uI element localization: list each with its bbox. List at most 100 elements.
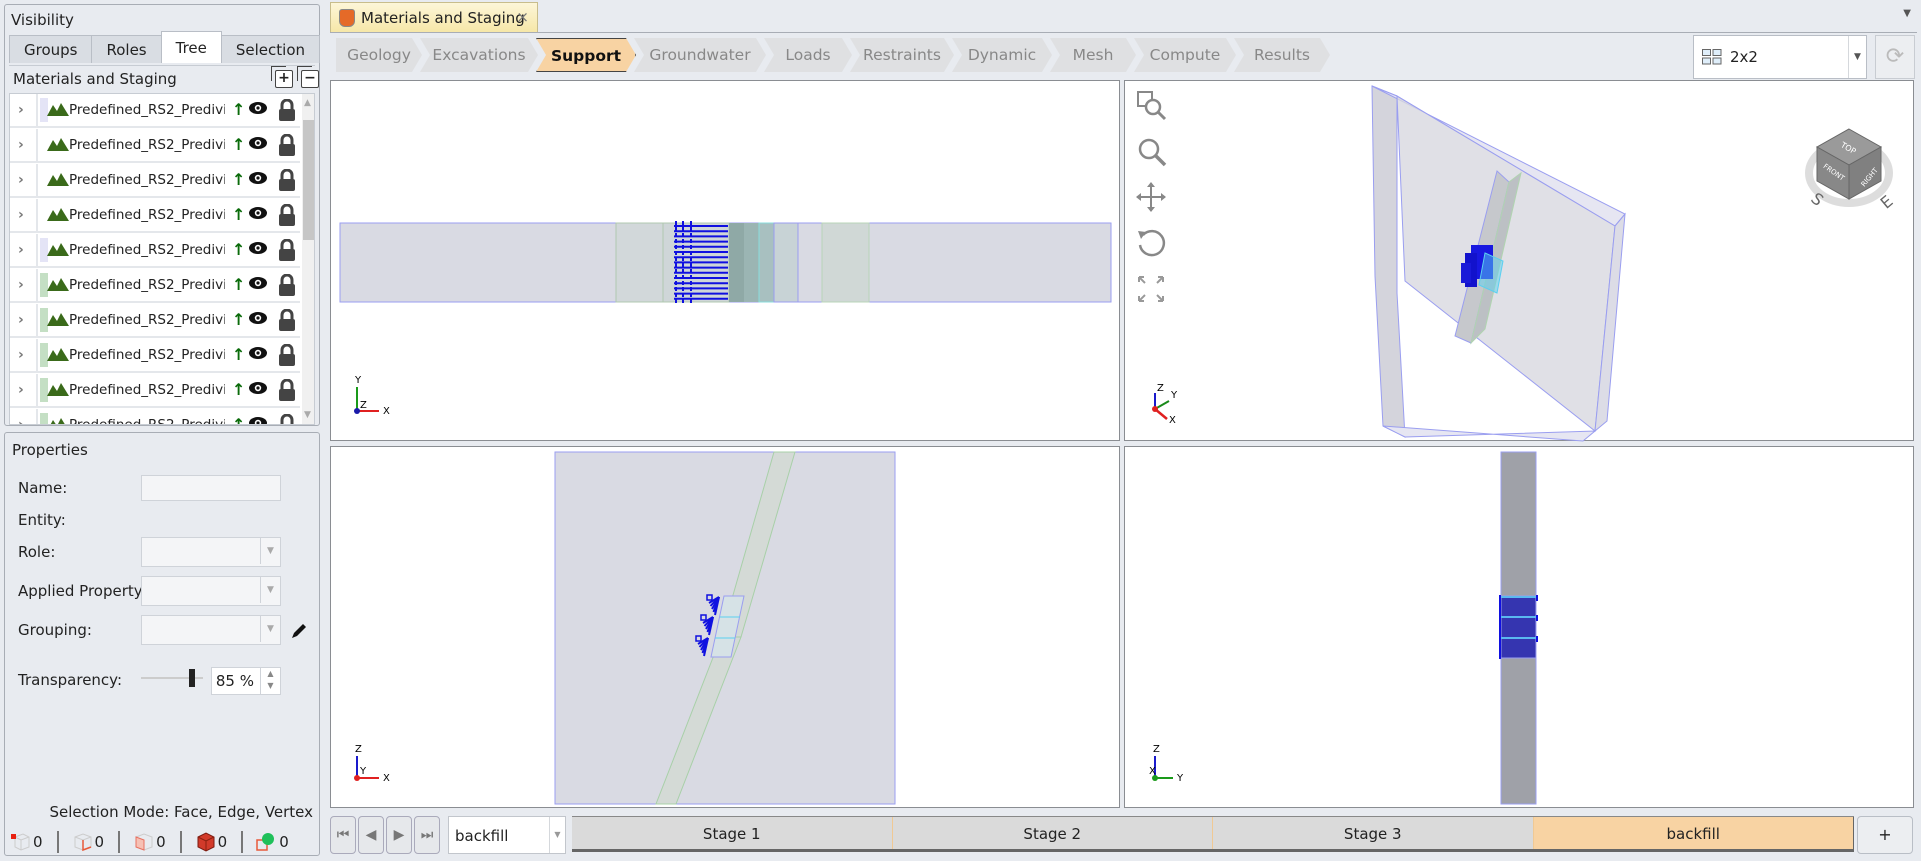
- point-select-icon[interactable]: [255, 832, 277, 852]
- volume-select-icon[interactable]: [194, 832, 216, 852]
- expand-chevron-icon[interactable]: ›: [18, 277, 24, 293]
- eye-icon[interactable]: [248, 136, 268, 150]
- arrow-up-icon[interactable]: ↑: [232, 205, 245, 224]
- arrow-up-icon[interactable]: ↑: [232, 240, 245, 259]
- tab-tree[interactable]: Tree: [160, 31, 222, 63]
- layout-select[interactable]: 2x2 ▼: [1693, 35, 1867, 79]
- expand-chevron-icon[interactable]: ›: [18, 137, 24, 153]
- face-select-icon[interactable]: [132, 832, 154, 852]
- viewport-perspective[interactable]: TOP FRONT RIGHT S E Z Y X: [1124, 80, 1914, 442]
- expand-chevron-icon[interactable]: ›: [18, 207, 24, 223]
- workflow-step-support[interactable]: Support: [536, 38, 636, 72]
- transparency-spinbox[interactable]: 85 % ▲ ▼: [211, 667, 281, 695]
- viewport-side[interactable]: Z X Y: [1124, 446, 1914, 808]
- collapse-all-button[interactable]: −: [297, 66, 319, 88]
- add-stage-button[interactable]: +: [1857, 816, 1913, 854]
- tab-selection[interactable]: Selection: [220, 35, 321, 63]
- vertex-select-icon[interactable]: [9, 832, 31, 852]
- tree-item[interactable]: › Predefined_RS2_Predivic ↑: [10, 304, 300, 338]
- expand-chevron-icon[interactable]: ›: [18, 382, 24, 398]
- first-stage-button[interactable]: ⏮: [330, 816, 356, 854]
- workflow-step-dynamic[interactable]: Dynamic: [952, 38, 1052, 72]
- tree-item[interactable]: › Predefined_RS2_Predivic ↑: [10, 164, 300, 198]
- eye-icon[interactable]: [248, 241, 268, 255]
- close-tab-icon[interactable]: ×: [516, 8, 529, 26]
- arrow-up-icon[interactable]: ↑: [232, 170, 245, 189]
- lock-icon[interactable]: [278, 344, 296, 366]
- arrow-up-icon[interactable]: ↑: [232, 135, 245, 154]
- stage-tab[interactable]: Stage 3: [1213, 817, 1534, 849]
- expand-chevron-icon[interactable]: ›: [18, 102, 24, 118]
- tree-item[interactable]: › Predefined_RS2_Predivic ↑: [10, 269, 300, 303]
- eye-icon[interactable]: [248, 276, 268, 290]
- lock-icon[interactable]: [278, 239, 296, 261]
- arrow-up-icon[interactable]: ↑: [232, 275, 245, 294]
- eye-icon[interactable]: [248, 381, 268, 395]
- stage-select[interactable]: backfill ▼: [448, 816, 566, 854]
- workflow-step-mesh[interactable]: Mesh: [1050, 38, 1136, 72]
- arrow-up-icon[interactable]: ↑: [232, 345, 245, 364]
- lock-icon[interactable]: [278, 414, 296, 425]
- next-stage-button[interactable]: ▶: [386, 816, 412, 854]
- transparency-slider[interactable]: [141, 669, 203, 687]
- expand-all-button[interactable]: +: [271, 66, 293, 88]
- workflow-step-loads[interactable]: Loads: [764, 38, 852, 72]
- grouping-select[interactable]: ▼: [141, 615, 281, 645]
- applied-property-select[interactable]: ▼: [141, 576, 281, 606]
- arrow-up-icon[interactable]: ↑: [232, 380, 245, 399]
- expand-chevron-icon[interactable]: ›: [18, 312, 24, 328]
- workflow-step-excavations[interactable]: Excavations: [420, 38, 538, 72]
- eye-icon[interactable]: [248, 346, 268, 360]
- tree-item[interactable]: › Predefined_RS2_Predivic ↑: [10, 339, 300, 373]
- eye-icon[interactable]: [248, 101, 268, 115]
- workflow-step-compute[interactable]: Compute: [1134, 38, 1236, 72]
- tab-roles[interactable]: Roles: [91, 35, 162, 63]
- lock-icon[interactable]: [278, 204, 296, 226]
- lock-icon[interactable]: [278, 379, 296, 401]
- window-menu-chevron-icon[interactable]: ▼: [1903, 8, 1911, 19]
- role-select[interactable]: ▼: [141, 537, 281, 567]
- slider-handle[interactable]: [189, 669, 195, 687]
- workflow-step-geology[interactable]: Geology: [336, 38, 422, 72]
- tree-item[interactable]: › Predefined_RS2_Predivic ↑: [10, 94, 300, 128]
- expand-chevron-icon[interactable]: ›: [18, 242, 24, 258]
- arrow-up-icon[interactable]: ↑: [232, 415, 245, 424]
- lock-icon[interactable]: [278, 134, 296, 156]
- eye-icon[interactable]: [248, 171, 268, 185]
- refresh-button[interactable]: ⟳: [1875, 35, 1915, 79]
- document-tab-materials-staging[interactable]: Materials and Staging ×: [330, 2, 538, 32]
- arrow-up-icon[interactable]: ↑: [232, 100, 245, 119]
- eye-icon[interactable]: [248, 206, 268, 220]
- lock-icon[interactable]: [278, 169, 296, 191]
- tree-scrollbar[interactable]: ▲ ▼: [302, 94, 314, 424]
- tab-groups[interactable]: Groups: [9, 35, 93, 63]
- tree-item[interactable]: › Predefined_RS2_Predivic ↑: [10, 374, 300, 408]
- workflow-step-groundwater[interactable]: Groundwater: [634, 38, 766, 72]
- workflow-step-results[interactable]: Results: [1234, 38, 1330, 72]
- lock-icon[interactable]: [278, 309, 296, 331]
- expand-chevron-icon[interactable]: ›: [18, 347, 24, 363]
- workflow-step-restraints[interactable]: Restraints: [850, 38, 954, 72]
- last-stage-button[interactable]: ⏭: [414, 816, 440, 854]
- stage-tab[interactable]: backfill: [1533, 817, 1854, 849]
- tree-item[interactable]: › Predefined_RS2_Predivic ↑: [10, 199, 300, 233]
- view-cube[interactable]: TOP FRONT RIGHT S E: [1793, 111, 1903, 221]
- viewport-top[interactable]: Y Z X: [330, 80, 1120, 441]
- stage-tab[interactable]: Stage 2: [892, 817, 1213, 849]
- name-field[interactable]: [141, 475, 281, 501]
- arrow-up-icon[interactable]: ↑: [232, 310, 245, 329]
- tree-item[interactable]: › Predefined_RS2_Predivic ↑: [10, 234, 300, 268]
- spin-arrows[interactable]: ▲ ▼: [260, 668, 280, 694]
- lock-icon[interactable]: [278, 99, 296, 121]
- edit-grouping-pencil-icon[interactable]: [289, 621, 309, 641]
- edge-select-icon[interactable]: [71, 832, 93, 852]
- tree-item[interactable]: › Predefined_RS2_Predivic ↑: [10, 129, 300, 163]
- viewport-front[interactable]: Z Y X: [330, 446, 1120, 808]
- expand-chevron-icon[interactable]: ›: [18, 417, 24, 424]
- eye-icon[interactable]: [248, 416, 268, 425]
- prev-stage-button[interactable]: ◀: [358, 816, 384, 854]
- lock-icon[interactable]: [278, 274, 296, 296]
- scrollbar-thumb[interactable]: [303, 120, 314, 240]
- compass-east[interactable]: E: [1877, 191, 1897, 212]
- tree-item[interactable]: › Predefined_RS2_Predivic ↑: [10, 409, 300, 425]
